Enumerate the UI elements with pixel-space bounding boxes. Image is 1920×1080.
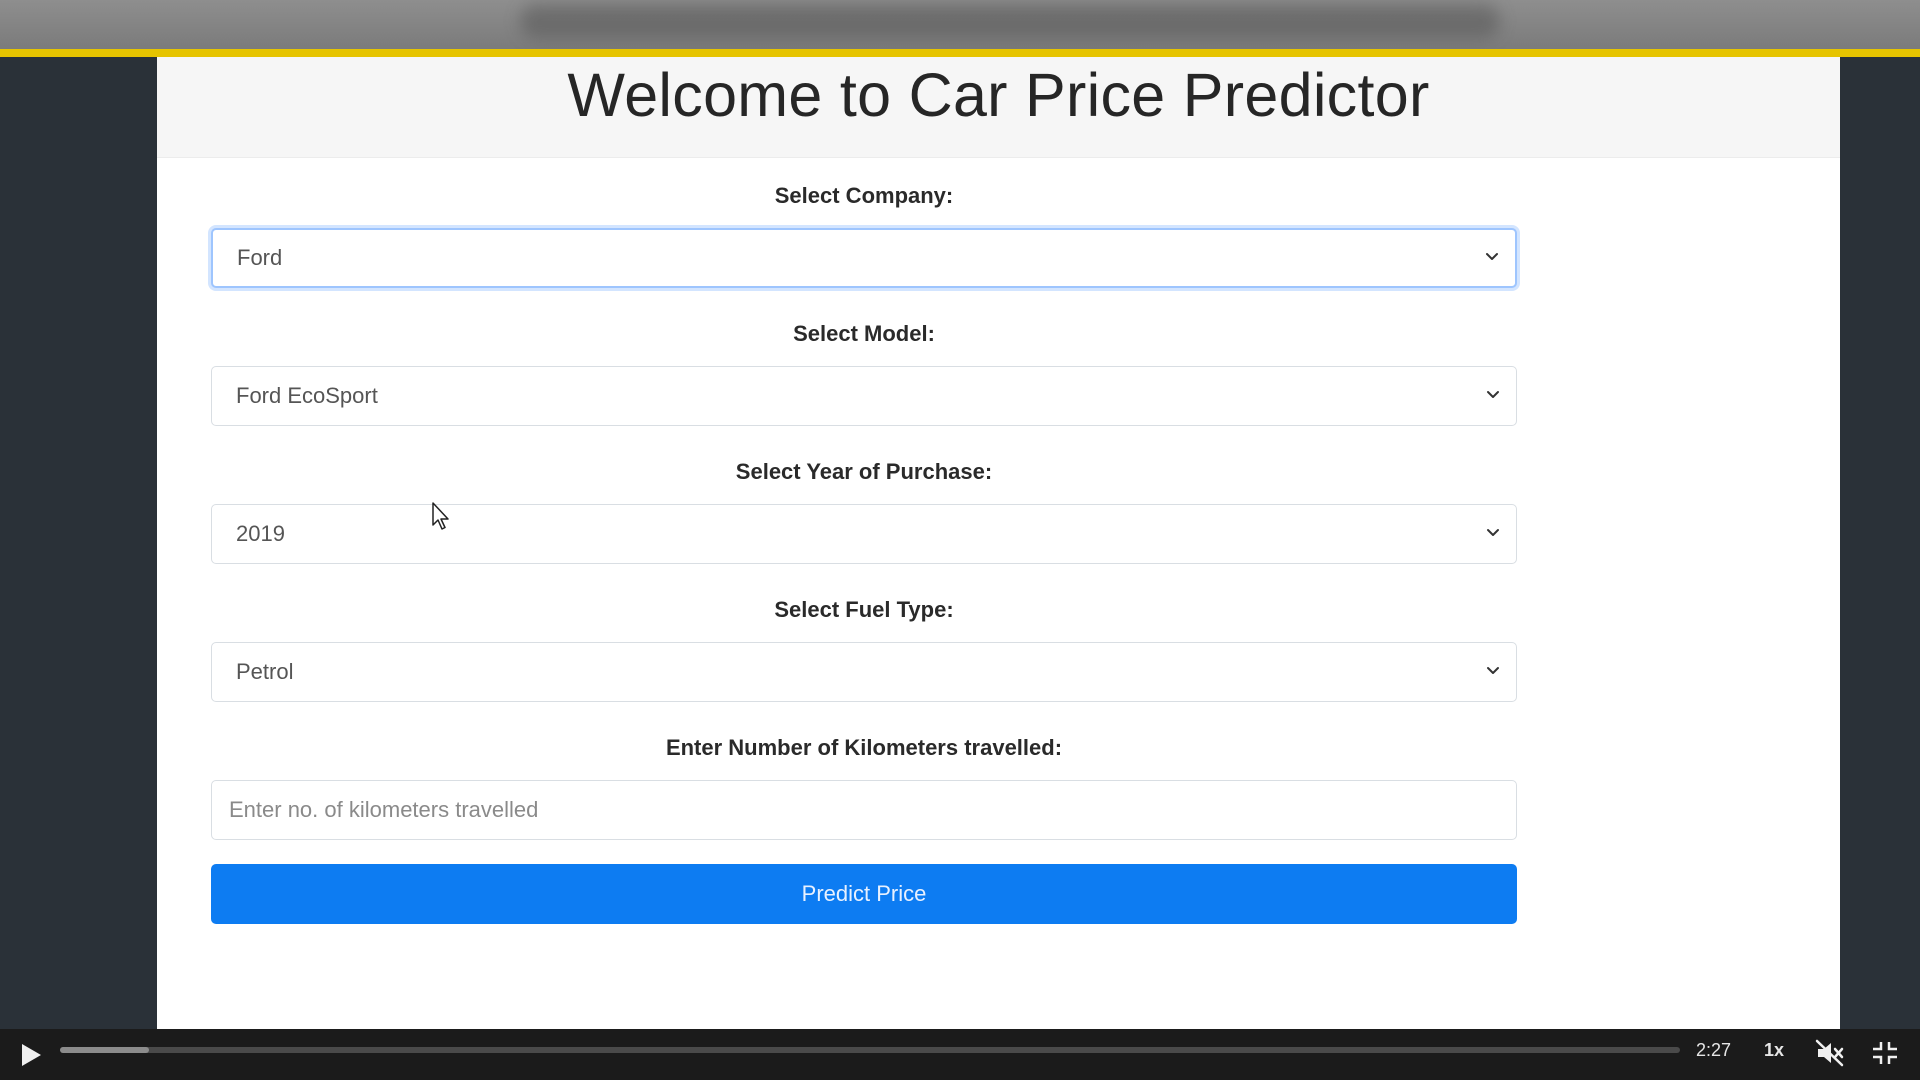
page-header: Welcome to Car Price Predictor — [157, 57, 1840, 158]
blurred-top-bar — [0, 0, 1920, 49]
year-label: Select Year of Purchase: — [735, 459, 993, 484]
progress-fill — [60, 1047, 150, 1053]
video-frame: Welcome to Car Price Predictor Select Co… — [0, 57, 1920, 1029]
model-label: Select Model: — [793, 321, 935, 346]
fuel-select-value: Petrol — [236, 659, 294, 684]
chevron-down-icon — [1486, 253, 1498, 260]
chevron-down-icon — [1487, 667, 1499, 674]
player-controls: 2:27 1x — [0, 1029, 1920, 1080]
kilometers-input[interactable] — [211, 780, 1517, 840]
chevron-down-icon — [1487, 391, 1499, 398]
year-select-value: 2019 — [236, 521, 285, 546]
mouse-pointer-icon — [432, 502, 449, 530]
fuel-select[interactable]: Petrol — [211, 642, 1517, 702]
web-page: Welcome to Car Price Predictor Select Co… — [157, 57, 1840, 1029]
time-display: 2:27 — [1696, 1040, 1732, 1060]
prediction-form: Select Company: Ford Select Model: Ford … — [211, 182, 1517, 924]
predict-price-button[interactable]: Predict Price — [211, 864, 1517, 924]
model-select-value: Ford EcoSport — [236, 383, 378, 408]
video-viewer: Welcome to Car Price Predictor Select Co… — [0, 0, 1920, 1080]
playback-speed-button[interactable]: 1x — [1764, 1040, 1784, 1061]
accent-line — [0, 49, 1920, 57]
exit-fullscreen-icon[interactable] — [1872, 1041, 1898, 1065]
progress-bar[interactable] — [60, 1047, 1680, 1053]
kms-label: Enter Number of Kilometers travelled: — [665, 735, 1063, 760]
company-select[interactable]: Ford — [211, 228, 1517, 288]
company-label: Select Company: — [774, 183, 954, 208]
model-select[interactable]: Ford EcoSport — [211, 366, 1517, 426]
year-select[interactable]: 2019 — [211, 504, 1517, 564]
page-title: Welcome to Car Price Predictor — [567, 61, 1430, 129]
chevron-down-icon — [1487, 529, 1499, 536]
company-select-value: Ford — [237, 245, 283, 270]
play-icon[interactable] — [18, 1041, 44, 1069]
volume-muted-icon[interactable] — [1815, 1039, 1845, 1067]
fuel-label: Select Fuel Type: — [774, 597, 954, 622]
